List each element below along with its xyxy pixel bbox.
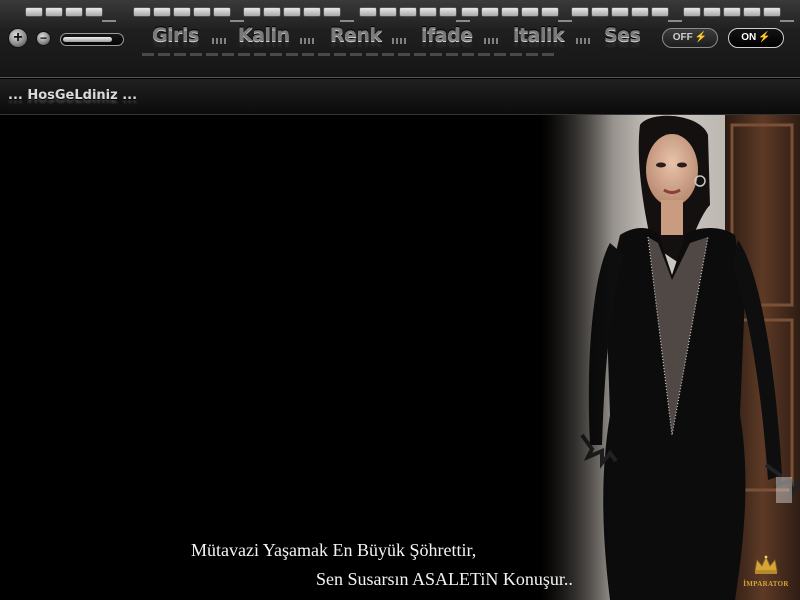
led-segment: [400, 8, 416, 16]
led-segment: [764, 8, 780, 16]
led-connector: [780, 20, 794, 22]
led-segment: [724, 8, 740, 16]
led-segment: [46, 8, 62, 16]
led-segment: [194, 8, 210, 16]
menu-separator: [300, 38, 314, 44]
sound-off-toggle[interactable]: OFF ⚡: [662, 28, 718, 48]
led-segment: [26, 8, 42, 16]
led-decoration: [26, 8, 794, 22]
led-segment: [482, 8, 498, 16]
led-connector: [340, 20, 354, 22]
menu-separator: [392, 38, 406, 44]
led-segment: [214, 8, 230, 16]
led-segment: [744, 8, 760, 16]
led-segment: [174, 8, 190, 16]
led-segment: [324, 8, 340, 16]
zoom-in-button[interactable]: +: [8, 28, 28, 48]
led-segment: [462, 8, 478, 16]
led-segment: [380, 8, 396, 16]
led-segment: [244, 8, 260, 16]
led-connector: [230, 20, 244, 22]
led-connector: [668, 20, 682, 22]
led-segment: [704, 8, 720, 16]
sound-on-toggle[interactable]: ON ⚡: [728, 28, 784, 48]
minus-icon: −: [39, 31, 47, 45]
led-segment: [502, 8, 518, 16]
logo-text: İMPARATOR: [743, 580, 789, 588]
bolt-icon: ⚡: [758, 32, 771, 43]
led-segment: [440, 8, 456, 16]
led-segment: [304, 8, 320, 16]
led-segment: [572, 8, 588, 16]
led-segment: [612, 8, 628, 16]
welcome-title: ... HosGeLdiniz ...: [8, 88, 138, 103]
menu-item-italik[interactable]: italik: [513, 24, 565, 46]
menu-item-ses[interactable]: Ses: [604, 24, 641, 46]
volume-slider[interactable]: [60, 33, 124, 46]
bolt-icon: ⚡: [694, 32, 708, 43]
menu-separator: [484, 38, 498, 44]
led-connector: [456, 20, 470, 22]
menu-separator: [212, 38, 226, 44]
led-segment: [420, 8, 436, 16]
crown-icon: [754, 555, 778, 574]
menu-separator: [576, 38, 590, 44]
toolbar: + − Giris Kalin Renk ifade italik Ses OF…: [0, 0, 800, 78]
led-segment: [542, 8, 558, 16]
led-segment: [592, 8, 608, 16]
imparator-logo: İMPARATOR: [738, 555, 794, 588]
led-segment: [134, 8, 150, 16]
toggle-on-label: ON: [741, 32, 757, 43]
led-segment: [652, 8, 668, 16]
led-segment: [86, 8, 102, 16]
woman-portrait-image: [540, 115, 800, 600]
led-segment: [684, 8, 700, 16]
quote-line-1: Mütavazi Yaşamak En Büyük Şöhrettir,: [191, 540, 477, 560]
led-segment: [66, 8, 82, 16]
quote-line-2: Sen Susarsın ASALETiN Konuşur..: [316, 569, 573, 589]
content-area: Mütavazi Yaşamak En Büyük Şöhrettir, Sen…: [0, 115, 800, 600]
menu-item-giris[interactable]: Giris: [152, 24, 199, 46]
toggle-off-label: OFF: [672, 32, 693, 43]
zoom-out-button[interactable]: −: [36, 31, 51, 46]
led-segment: [284, 8, 300, 16]
plus-icon: +: [13, 29, 23, 46]
led-segment: [154, 8, 170, 16]
led-segment: [264, 8, 280, 16]
title-bar: ... HosGeLdiniz ...: [0, 79, 800, 115]
led-segment: [522, 8, 538, 16]
led-segment: [632, 8, 648, 16]
led-connector: [102, 20, 116, 22]
menu-reflection: [142, 53, 558, 56]
menu-item-kalin[interactable]: Kalin: [238, 24, 290, 46]
led-segment: [360, 8, 376, 16]
volume-slider-fill: [63, 37, 112, 42]
led-connector: [558, 20, 572, 22]
menu-item-ifade[interactable]: ifade: [421, 24, 473, 46]
menu-item-renk[interactable]: Renk: [330, 24, 382, 46]
